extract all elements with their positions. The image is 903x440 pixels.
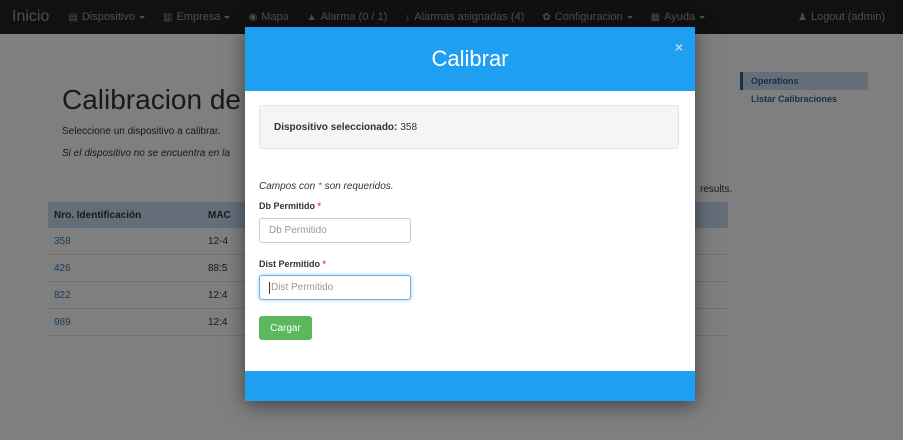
calibrar-modal: Calibrar × Dispositivo seleccionado: 358… — [245, 27, 695, 401]
db-permitido-label: Db Permitido * — [259, 201, 322, 211]
dist-permitido-input[interactable]: Dist Permitido — [259, 275, 411, 300]
cargar-button[interactable]: Cargar — [259, 316, 312, 340]
modal-footer — [245, 371, 695, 401]
selected-device-value: 358 — [400, 121, 418, 133]
required-fields-note: Campos con * son requeridos. — [259, 181, 394, 192]
selected-device-panel: Dispositivo seleccionado: 358 — [259, 105, 679, 149]
text-cursor — [269, 281, 270, 294]
modal-title: Calibrar — [431, 46, 509, 71]
db-permitido-input[interactable]: Db Permitido — [259, 218, 411, 243]
modal-header: Calibrar × — [245, 27, 695, 91]
dist-permitido-label: Dist Permitido * — [259, 259, 327, 269]
selected-device-label: Dispositivo seleccionado: — [274, 121, 398, 133]
close-icon[interactable]: × — [675, 39, 683, 55]
